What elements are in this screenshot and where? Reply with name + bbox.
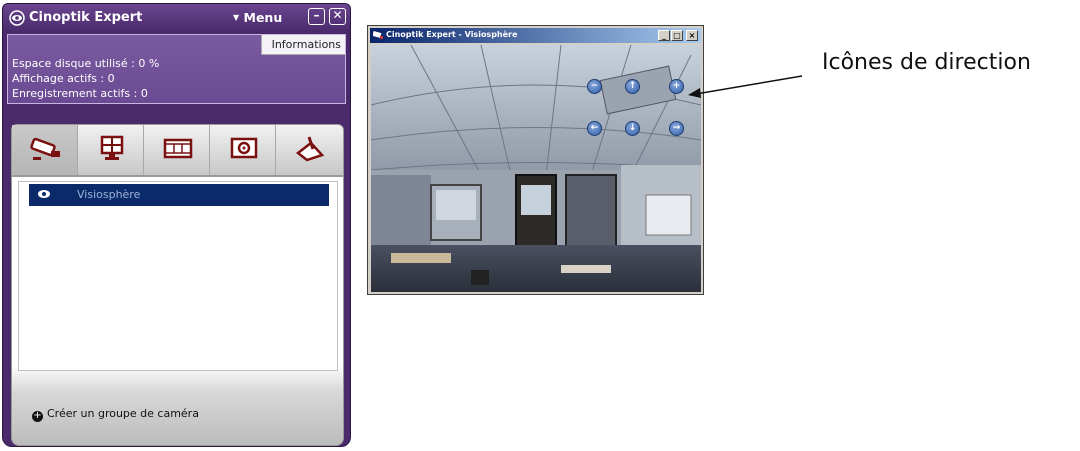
info-panel: Informations Espace disque utilisé : 0 %… (7, 34, 346, 104)
list-item[interactable]: Visiosphère (29, 184, 329, 206)
minimize-button[interactable]: – (308, 8, 325, 25)
video-close-button[interactable]: × (686, 30, 698, 41)
camera-list-area: Visiosphère + Créer un groupe de caméra (11, 176, 344, 446)
eye-icon (38, 190, 50, 198)
right-button[interactable]: → (669, 121, 684, 136)
arrow-left-icon: ← (590, 123, 599, 133)
up-button[interactable]: ↑ (625, 79, 640, 94)
film-icon (163, 138, 193, 159)
camera-video-feed[interactable]: − ↑ + ← ↓ → (371, 45, 701, 292)
close-icon: ✕ (332, 8, 343, 22)
zoom-out-icon: − (590, 81, 599, 91)
monitor-icon (100, 135, 124, 160)
arrow-down-icon: ↓ (628, 123, 637, 133)
tool-tab-strip (11, 124, 344, 176)
active-recordings-text: Enregistrement actifs : 0 (12, 87, 148, 100)
tab-recordings[interactable] (144, 125, 210, 175)
video-window-title: Cinoptik Expert - Visiosphère (386, 30, 518, 39)
settings-icon (295, 136, 325, 162)
camera-icon (373, 31, 383, 39)
left-button[interactable]: ← (587, 121, 602, 136)
close-icon: × (688, 31, 696, 40)
visiosphere-window: Cinoptik Expert - Visiosphère _ □ × − ↑ … (367, 25, 704, 295)
caret-down-icon: ▼ (233, 13, 240, 22)
minimize-icon: – (313, 8, 320, 22)
snapshot-icon (230, 137, 258, 159)
camera-list[interactable]: Visiosphère (18, 181, 338, 371)
close-button[interactable]: ✕ (329, 8, 346, 25)
video-minimize-button[interactable]: _ (658, 30, 670, 41)
app-title: Cinoptik Expert (29, 10, 143, 25)
menu-label: Menu (243, 10, 283, 25)
main-titlebar: Cinoptik Expert ▼ Menu – ✕ (3, 4, 350, 32)
zoom-out-button[interactable]: − (587, 79, 602, 94)
down-button[interactable]: ↓ (625, 121, 640, 136)
tab-displays[interactable] (78, 125, 144, 175)
video-maximize-button[interactable]: □ (671, 30, 683, 41)
zoom-in-button[interactable]: + (669, 79, 684, 94)
tab-cameras[interactable] (12, 125, 78, 175)
tab-settings[interactable] (276, 125, 342, 175)
informations-tab[interactable]: Informations (260, 35, 345, 55)
direction-icons-callout: Icônes de direction (822, 50, 1031, 75)
create-camera-group-link[interactable]: + Créer un groupe de caméra (32, 407, 199, 422)
camera-name: Visiosphère (77, 188, 141, 201)
maximize-icon: □ (673, 31, 681, 40)
cinoptik-main-window: Cinoptik Expert ▼ Menu – ✕ Informations … (2, 3, 351, 447)
disk-usage-text: Espace disque utilisé : 0 % (12, 57, 160, 70)
eye-icon (9, 10, 25, 26)
active-displays-text: Affichage actifs : 0 (12, 72, 115, 85)
office-camera-image (371, 45, 701, 292)
arrow-up-icon: ↑ (628, 81, 637, 91)
create-group-label: Créer un groupe de caméra (47, 407, 199, 420)
camera-icon (30, 137, 60, 160)
arrow-right-icon: → (672, 123, 681, 133)
zoom-in-icon: + (672, 81, 681, 91)
plus-icon: + (32, 410, 43, 422)
minimize-icon: _ (662, 31, 666, 40)
tab-snapshots[interactable] (210, 125, 276, 175)
menu-button[interactable]: ▼ Menu (233, 10, 282, 25)
video-titlebar: Cinoptik Expert - Visiosphère _ □ × (370, 28, 701, 43)
